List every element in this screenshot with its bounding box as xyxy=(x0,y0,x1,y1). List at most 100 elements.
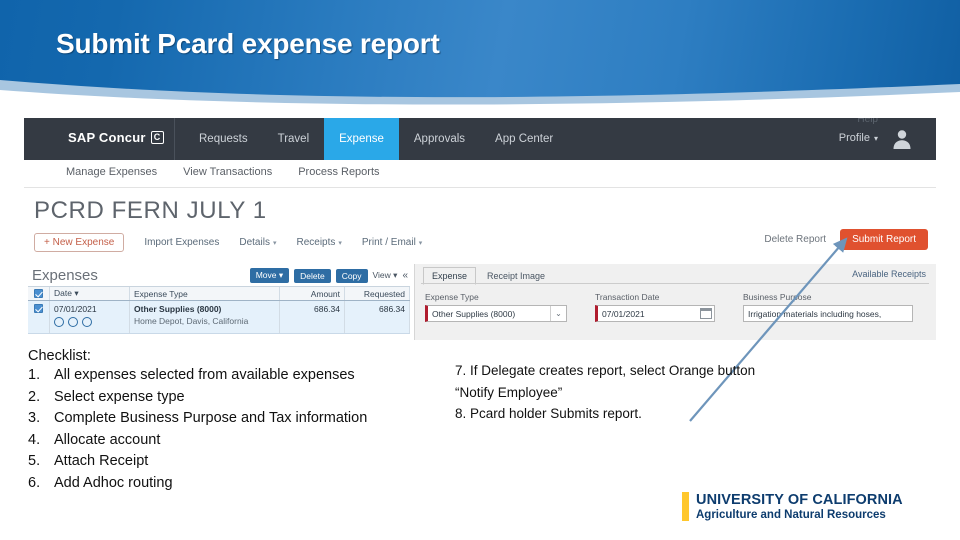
uc-anr-logo: UNIVERSITY OF CALIFORNIA Agriculture and… xyxy=(682,492,903,521)
table-header-row: Date ▾ Expense Type Amount Requested xyxy=(28,286,410,301)
concur-circle-icon: C xyxy=(150,131,164,144)
nav-item-list: Requests Travel Expense Approvals App Ce… xyxy=(184,118,568,160)
expense-type-select[interactable]: Other Supplies (8000) ⌄ xyxy=(425,305,567,322)
list-item-label: Attach Receipt xyxy=(54,453,149,469)
expense-detail-panel: Expense Receipt Image Available Receipts… xyxy=(414,264,936,340)
chevron-down-icon[interactable]: ⌄ xyxy=(550,306,566,321)
transaction-date-input[interactable]: 07/01/2021 xyxy=(595,305,715,322)
report-header: PCRD FERN JULY 1 + New Expense Import Ex… xyxy=(24,189,936,264)
concur-top-nav: SAP Concur C Requests Travel Expense App… xyxy=(24,118,936,160)
receipt-icon[interactable] xyxy=(82,317,92,327)
business-purpose-input[interactable]: Irrigation materials including hoses, xyxy=(743,305,913,322)
available-receipts-link[interactable]: Available Receipts xyxy=(852,269,926,279)
list-item-label: Select expense type xyxy=(54,388,185,405)
business-purpose-field-group: Business Purpose Irrigation materials in… xyxy=(743,292,913,322)
sub-nav-item-process-reports[interactable]: Process Reports xyxy=(298,166,379,178)
column-header-amount[interactable]: Amount xyxy=(280,287,345,300)
chevron-down-icon: ▾ xyxy=(873,134,878,143)
row-date-cell: 07/01/2021 xyxy=(50,301,130,333)
delete-button[interactable]: Delete xyxy=(294,268,331,283)
row-checkbox[interactable] xyxy=(34,304,43,313)
report-title: PCRD FERN JULY 1 xyxy=(34,197,267,224)
sap-concur-logo-text: SAP Concur xyxy=(68,130,146,145)
list-item: 1. All expenses selected from available … xyxy=(28,365,458,387)
calendar-icon[interactable] xyxy=(700,308,712,319)
print-email-label: Print / Email xyxy=(361,237,416,248)
concur-screenshot: SAP Concur C Requests Travel Expense App… xyxy=(24,118,936,340)
help-link[interactable]: Help xyxy=(857,118,878,125)
details-menu[interactable]: Details ▾ xyxy=(239,237,276,248)
nav-item-requests[interactable]: Requests xyxy=(184,118,263,160)
row-date-value: 07/01/2021 xyxy=(54,304,97,314)
tab-underline xyxy=(421,283,929,284)
delete-report-button[interactable]: Delete Report xyxy=(764,234,826,245)
page-title: Submit Pcard expense report xyxy=(56,28,440,59)
list-item: 4. Allocate account xyxy=(28,430,458,452)
list-item: 6. Add Adhoc routing xyxy=(28,473,458,495)
submit-report-button[interactable]: Submit Report xyxy=(840,229,928,250)
list-item-number: 3. xyxy=(28,410,41,426)
row-requested-cell: 686.34 xyxy=(345,301,410,333)
receipts-label: Receipts xyxy=(296,237,336,248)
sub-nav-item-view-transactions[interactable]: View Transactions xyxy=(183,166,272,178)
copy-button[interactable]: Copy xyxy=(335,268,368,283)
business-purpose-value: Irrigation materials including hoses, xyxy=(748,308,882,319)
transaction-date-value: 07/01/2021 xyxy=(602,308,645,319)
row-expense-type-value: Other Supplies (8000) xyxy=(134,304,222,314)
table-row[interactable]: 07/01/2021 Other Supplies (8000) Home De… xyxy=(28,301,410,334)
nav-item-travel[interactable]: Travel xyxy=(263,118,325,160)
list-item: 5. Attach Receipt xyxy=(28,451,458,473)
sap-concur-logo: SAP Concur C xyxy=(68,130,164,145)
expense-type-label: Expense Type xyxy=(425,292,479,302)
expense-type-value: Other Supplies (8000) xyxy=(432,308,516,319)
column-header-expense-type[interactable]: Expense Type xyxy=(130,287,280,300)
row-select-cell[interactable] xyxy=(28,301,50,333)
select-all-checkbox[interactable] xyxy=(34,289,43,298)
expenses-toolbar: Move ▾ Delete Copy View ▾ « xyxy=(249,268,408,283)
new-expense-button[interactable]: + New Expense xyxy=(34,233,125,252)
avatar-icon[interactable] xyxy=(890,127,914,151)
move-button[interactable]: Move ▾ xyxy=(249,268,290,283)
chevron-down-icon: ▾ xyxy=(272,240,277,247)
list-item-label: Complete Business Purpose and Tax inform… xyxy=(54,410,368,426)
list-item-number: 6. xyxy=(28,474,41,491)
list-item-number: 2. xyxy=(28,388,41,405)
note-line-7-cont: “Notify Employee” xyxy=(455,384,563,400)
nav-item-approvals[interactable]: Approvals xyxy=(399,118,480,160)
report-action-bar: + New Expense Import Expenses Details ▾ R… xyxy=(34,233,422,252)
nav-divider xyxy=(174,118,175,160)
list-item-label: Allocate account xyxy=(54,431,161,448)
list-item-label: Add Adhoc routing xyxy=(54,474,173,491)
nav-item-app-center[interactable]: App Center xyxy=(480,118,568,160)
globe-icon[interactable] xyxy=(68,317,78,327)
business-purpose-label: Business Purpose xyxy=(743,292,812,302)
row-amount-cell: 686.34 xyxy=(280,301,345,333)
print-email-menu[interactable]: Print / Email ▾ xyxy=(362,237,422,248)
expenses-table: Date ▾ Expense Type Amount Requested 07/… xyxy=(28,286,410,334)
column-header-date[interactable]: Date ▾ xyxy=(50,287,130,300)
details-label: Details xyxy=(239,237,270,248)
sub-nav-item-manage-expenses[interactable]: Manage Expenses xyxy=(66,166,157,178)
checklist-block: Checklist: 1. All expenses selected from… xyxy=(28,348,458,494)
transaction-date-label: Transaction Date xyxy=(595,292,660,302)
slide: Submit Pcard expense report SAP Concur C… xyxy=(0,0,960,540)
profile-label: Profile xyxy=(838,132,870,144)
select-all-header[interactable] xyxy=(28,287,50,300)
profile-menu[interactable]: Profile ▾ xyxy=(839,132,878,144)
sub-nav-item-list: Manage Expenses View Transactions Proces… xyxy=(66,166,380,178)
note-line-7: 7. If Delegate creates report, select Or… xyxy=(455,363,756,378)
concur-sub-nav: Manage Expenses View Transactions Proces… xyxy=(24,160,936,188)
transaction-date-field-group: Transaction Date 07/01/2021 xyxy=(595,292,715,322)
list-item-label: All expenses selected from available exp… xyxy=(54,367,355,383)
clock-icon[interactable] xyxy=(54,317,64,327)
nav-item-expense[interactable]: Expense xyxy=(324,118,399,160)
column-header-requested[interactable]: Requested xyxy=(345,287,410,300)
notes-block: 7. If Delegate creates report, select Or… xyxy=(455,360,855,425)
collapse-panel-icon[interactable]: « xyxy=(402,270,408,281)
expenses-heading: Expenses xyxy=(32,267,98,284)
receipts-menu[interactable]: Receipts ▾ xyxy=(296,237,341,248)
row-icon-group xyxy=(54,317,125,327)
import-expenses-link[interactable]: Import Expenses xyxy=(144,237,219,248)
view-menu[interactable]: View ▾ xyxy=(373,270,398,281)
expense-type-field-group: Expense Type Other Supplies (8000) ⌄ xyxy=(425,292,567,322)
